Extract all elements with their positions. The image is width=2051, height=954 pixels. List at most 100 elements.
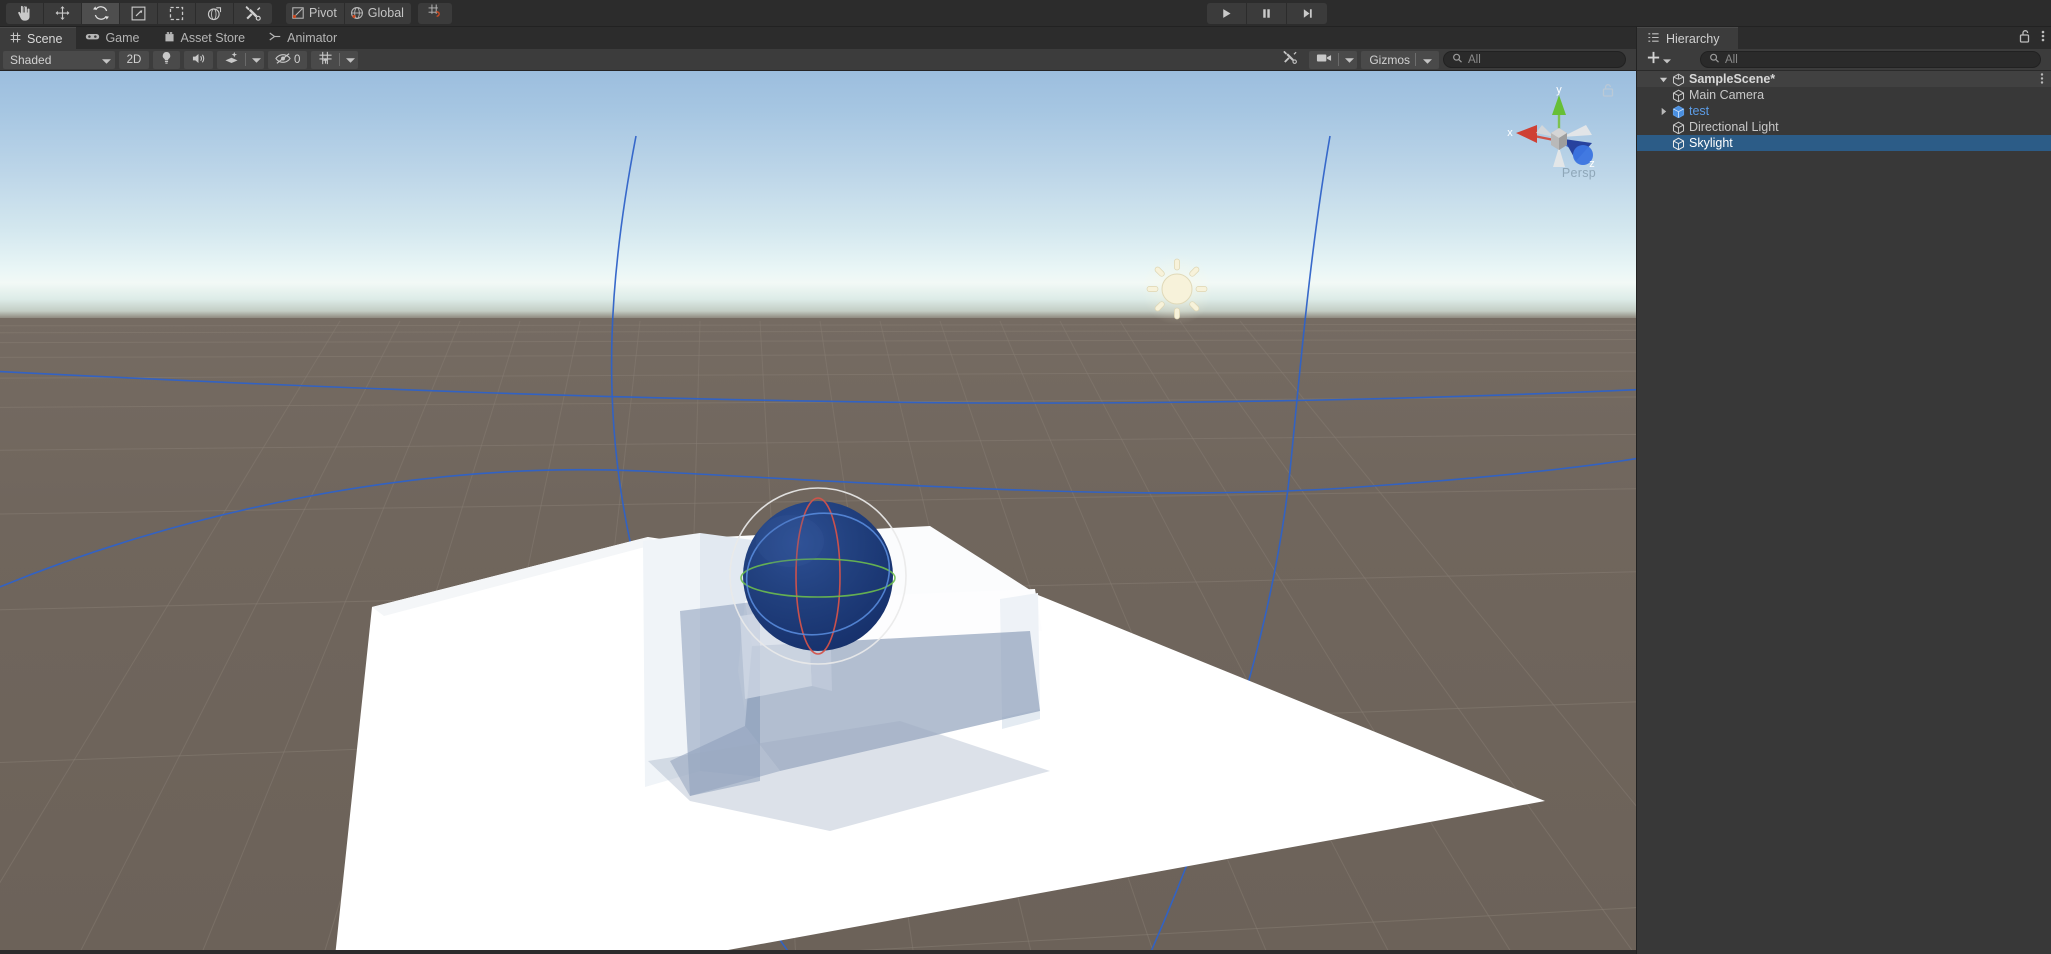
tab-scene-label: Scene xyxy=(27,31,63,46)
gameobject-icon xyxy=(1670,121,1686,134)
hierarchy-panel: Hierarchy All SampleScene* Main Camera t… xyxy=(1636,27,2051,954)
scene-view-toolbar: Shaded 2D 0 Gizmos All xyxy=(0,49,1636,71)
pivot-rotation-button[interactable]: Global xyxy=(344,2,412,24)
axis-label-x: x xyxy=(1507,127,1513,139)
hidden-objects-toggle[interactable]: 0 xyxy=(268,50,308,69)
hierarchy-row-directional-light[interactable]: Directional Light xyxy=(1637,119,2051,135)
rect-transform-tool-button[interactable] xyxy=(158,2,196,24)
step-button[interactable] xyxy=(1287,3,1327,24)
unity-editor-window: Pivot Global Scene Game Asset Store Anim… xyxy=(0,0,2051,954)
scene-audio-toggle[interactable] xyxy=(184,50,213,69)
twisty-expanded-icon[interactable] xyxy=(1657,75,1670,84)
hierarchy-row-skylight[interactable]: Skylight xyxy=(1637,135,2051,151)
twisty-collapsed-icon[interactable] xyxy=(1657,107,1670,116)
scene-camera-dropdown[interactable] xyxy=(1309,50,1358,69)
hidden-objects-count: 0 xyxy=(294,53,301,66)
shopping-bag-icon xyxy=(163,30,176,46)
plus-icon xyxy=(1646,50,1661,70)
hierarchy-label-sample-scene: SampleScene* xyxy=(1689,72,1776,86)
tab-animator[interactable]: Animator xyxy=(259,27,351,49)
component-tools-button[interactable] xyxy=(1275,51,1305,69)
gizmos-dropdown[interactable]: Gizmos xyxy=(1361,50,1439,69)
scene-icon xyxy=(1670,73,1686,86)
tab-animator-label: Animator xyxy=(287,31,338,45)
white-platform-mesh xyxy=(335,526,1545,954)
scene-bottom-edge xyxy=(0,950,1636,954)
gameobject-icon xyxy=(1670,137,1686,150)
main-toolbar: Pivot Global xyxy=(0,0,2051,27)
play-button[interactable] xyxy=(1207,3,1247,24)
axis-label-y: y xyxy=(1556,84,1562,96)
kebab-menu-icon[interactable] xyxy=(2041,29,2045,48)
animator-icon xyxy=(268,30,282,46)
chevron-down-icon xyxy=(1345,54,1355,66)
lock-open-icon[interactable] xyxy=(2019,29,2031,48)
hierarchy-tree: SampleScene* Main Camera test Directiona… xyxy=(1637,71,2051,151)
scene-grid-icon xyxy=(9,31,22,47)
hand-tool-button[interactable] xyxy=(6,2,44,24)
scene-search-input[interactable]: All xyxy=(1443,51,1626,68)
gizmos-label: Gizmos xyxy=(1369,52,1410,67)
hierarchy-row-test[interactable]: test xyxy=(1637,103,2051,119)
tab-hierarchy[interactable]: Hierarchy xyxy=(1637,27,1738,49)
tab-asset-store-label: Asset Store xyxy=(180,31,246,45)
gamepad-icon xyxy=(85,30,100,46)
hierarchy-row-main-camera[interactable]: Main Camera xyxy=(1637,87,2051,103)
scene-panel: Scene Game Asset Store Animator Shaded 2… xyxy=(0,27,1636,954)
projection-mode-label[interactable]: Persp xyxy=(1562,166,1596,180)
transform-tool-button[interactable] xyxy=(196,2,234,24)
tab-asset-store[interactable]: Asset Store xyxy=(154,27,260,49)
hierarchy-toolbar: All xyxy=(1637,49,2051,71)
view-2d-toggle[interactable]: 2D xyxy=(119,50,149,69)
speaker-icon xyxy=(191,52,206,68)
add-gameobject-button[interactable] xyxy=(1643,50,1674,70)
play-controls-group xyxy=(1207,3,1327,24)
chevron-down-icon xyxy=(252,54,261,66)
hierarchy-search-placeholder: All xyxy=(1725,53,1738,66)
hierarchy-search-input[interactable]: All xyxy=(1700,51,2041,68)
scene-effects-dropdown[interactable] xyxy=(217,50,264,69)
draw-mode-dropdown[interactable]: Shaded xyxy=(3,50,115,69)
viewport-lock-icon[interactable] xyxy=(1602,83,1614,102)
divider xyxy=(1338,53,1340,66)
chevron-down-icon xyxy=(1416,53,1439,67)
draw-mode-label: Shaded xyxy=(10,52,52,67)
grid-visibility-icon xyxy=(318,51,333,68)
globe-icon xyxy=(349,5,365,21)
chevron-down-icon xyxy=(346,54,356,66)
grid-snap-icon xyxy=(426,2,443,24)
tab-scene[interactable]: Scene xyxy=(0,27,77,49)
pivot-rotation-label: Global xyxy=(367,6,404,20)
tab-hierarchy-label: Hierarchy xyxy=(1666,31,1720,46)
light-gizmo-sun xyxy=(1141,253,1213,325)
scene-search-placeholder: All xyxy=(1468,53,1481,66)
scene-viewport[interactable]: y x z Persp xyxy=(0,71,1636,954)
pivot-mode-label: Pivot xyxy=(309,6,337,20)
grid-snapping-button[interactable] xyxy=(417,2,452,24)
divider xyxy=(339,53,341,66)
hierarchy-label-directional-light: Directional Light xyxy=(1689,120,1779,134)
kebab-menu-icon[interactable] xyxy=(2040,72,2044,88)
pivot-mode-button[interactable]: Pivot xyxy=(286,2,345,24)
hierarchy-row-sample-scene[interactable]: SampleScene* xyxy=(1637,71,2051,87)
divider xyxy=(245,53,246,66)
hierarchy-label-test: test xyxy=(1689,104,1710,118)
pause-button[interactable] xyxy=(1247,3,1287,24)
scene-tab-bar: Scene Game Asset Store Animator xyxy=(0,27,1636,49)
scale-tool-button[interactable] xyxy=(120,2,158,24)
rotate-tool-button[interactable] xyxy=(82,2,120,24)
transform-tools-group xyxy=(6,2,272,24)
move-tool-button[interactable] xyxy=(44,2,82,24)
hierarchy-label-skylight: Skylight xyxy=(1689,136,1733,150)
camera-icon xyxy=(1316,52,1332,67)
tab-game[interactable]: Game xyxy=(76,27,153,49)
grid-visibility-dropdown[interactable] xyxy=(311,50,359,69)
view-2d-label: 2D xyxy=(126,53,142,66)
scene-3d-content xyxy=(0,135,1636,954)
pivot-center-icon xyxy=(290,5,306,21)
scene-orientation-gizmo[interactable]: y x z xyxy=(1504,81,1614,201)
pivot-settings-group: Pivot Global xyxy=(286,2,452,24)
custom-tool-button[interactable] xyxy=(234,2,272,24)
effects-icon xyxy=(224,51,239,68)
scene-lighting-toggle[interactable] xyxy=(153,50,180,69)
